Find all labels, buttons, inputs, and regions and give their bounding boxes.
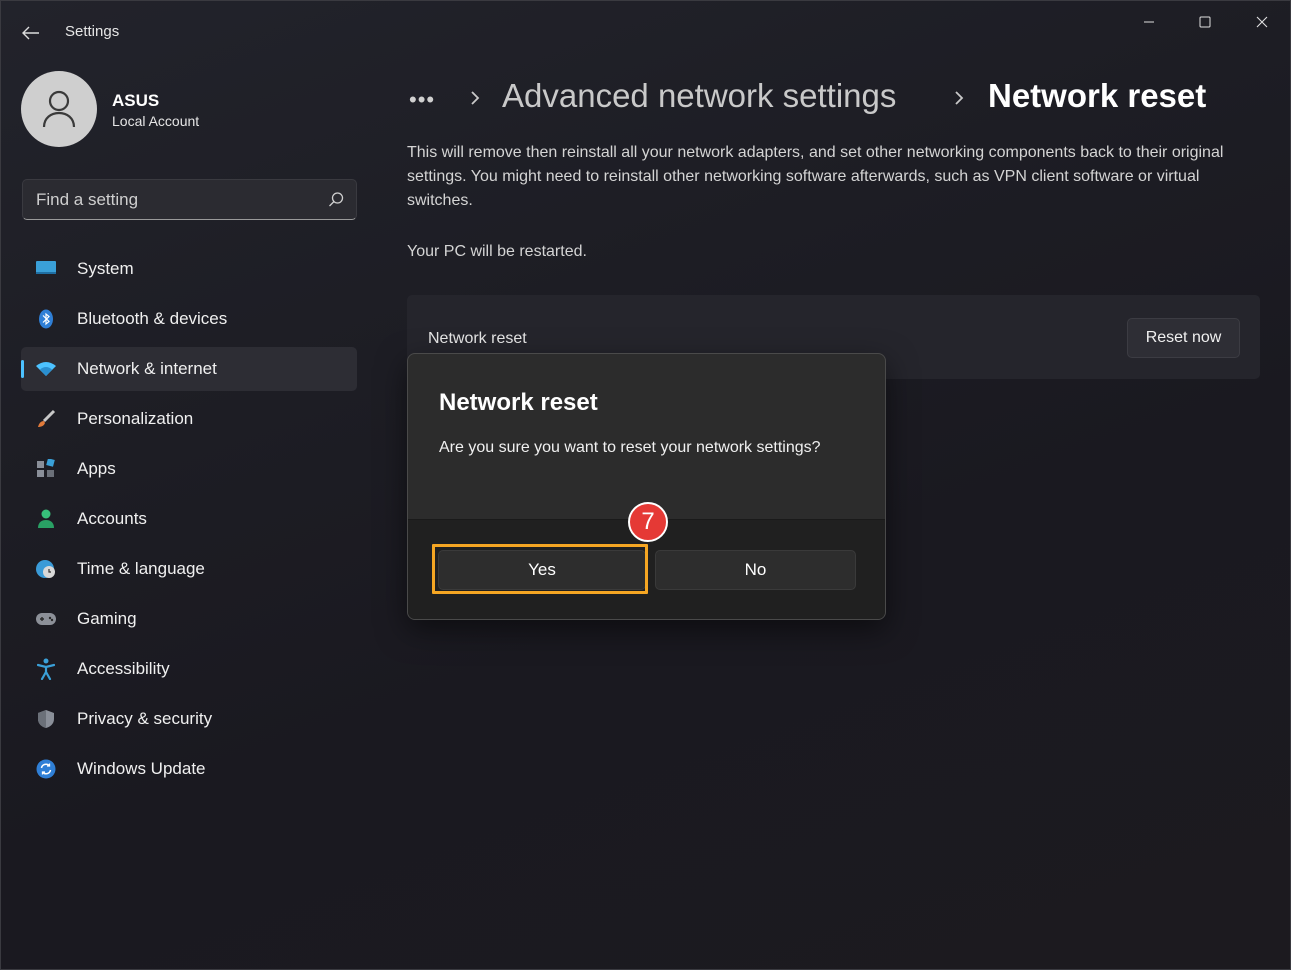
- maximize-icon: [1199, 16, 1211, 28]
- sidebar-item-gaming[interactable]: Gaming: [21, 597, 357, 641]
- close-button[interactable]: [1234, 7, 1290, 37]
- brush-icon: [35, 409, 57, 429]
- monitor-icon: [35, 259, 57, 279]
- sidebar-item-label: Bluetooth & devices: [77, 309, 228, 328]
- dialog-message: Are you sure you want to reset your netw…: [439, 439, 821, 456]
- chevron-right-icon: [955, 91, 964, 105]
- no-button[interactable]: No: [655, 550, 856, 590]
- sidebar-item-label: Apps: [77, 459, 116, 478]
- sidebar-item-label: System: [77, 259, 134, 278]
- network-reset-dialog: Network reset Are you sure you want to r…: [407, 353, 886, 620]
- settings-window: Settings ASUS Local Account Find a setti…: [0, 0, 1291, 970]
- reset-now-button[interactable]: Reset now: [1127, 318, 1240, 358]
- globe-clock-icon: [35, 559, 57, 579]
- app-title: Settings: [65, 23, 120, 40]
- restart-note: Your PC will be restarted.: [407, 243, 587, 260]
- maximize-button[interactable]: [1177, 7, 1233, 37]
- sidebar-item-privacy[interactable]: Privacy & security: [21, 697, 357, 741]
- card-title: Network reset: [428, 330, 527, 347]
- apps-icon: [35, 459, 57, 479]
- page-title: Network reset: [988, 77, 1207, 114]
- sidebar-item-network[interactable]: Network & internet: [21, 347, 357, 391]
- sidebar-item-label: Accounts: [77, 509, 147, 528]
- sidebar-item-label: Windows Update: [77, 759, 206, 778]
- search-input[interactable]: [23, 180, 313, 219]
- shield-icon: [35, 709, 57, 729]
- close-icon: [1256, 16, 1268, 28]
- search-icon[interactable]: [326, 190, 346, 210]
- sidebar-item-windows-update[interactable]: Windows Update: [21, 747, 357, 791]
- step-number-badge: 7: [628, 502, 668, 542]
- sidebar-item-accessibility[interactable]: Accessibility: [21, 647, 357, 691]
- breadcrumb: ••• Advanced network settings Network re…: [409, 71, 1269, 123]
- sidebar-item-label: Accessibility: [77, 659, 170, 678]
- user-name: ASUS: [112, 91, 160, 110]
- sidebar-item-label: Network & internet: [77, 359, 217, 378]
- user-profile[interactable]: ASUS Local Account: [21, 71, 361, 151]
- sidebar-item-apps[interactable]: Apps: [21, 447, 357, 491]
- breadcrumb-more-button[interactable]: •••: [409, 87, 435, 113]
- sidebar-item-personalization[interactable]: Personalization: [21, 397, 357, 441]
- bluetooth-icon: [35, 309, 57, 329]
- breadcrumb-parent-link[interactable]: Advanced network settings: [502, 77, 896, 115]
- dialog-title: Network reset: [439, 389, 598, 416]
- wifi-icon: [35, 359, 57, 379]
- yes-button[interactable]: Yes: [438, 550, 646, 590]
- minimize-button[interactable]: [1121, 7, 1177, 37]
- arrow-left-icon: [22, 26, 39, 40]
- minimize-icon: [1144, 21, 1154, 23]
- sidebar-item-label: Privacy & security: [77, 709, 213, 728]
- search-box: [22, 179, 357, 220]
- gamepad-icon: [35, 609, 57, 629]
- sidebar-item-time-language[interactable]: Time & language: [21, 547, 357, 591]
- account-type: Local Account: [112, 113, 200, 129]
- sidebar-item-label: Gaming: [77, 609, 137, 628]
- person-icon: [35, 509, 57, 529]
- sidebar-item-system[interactable]: System: [21, 247, 357, 291]
- sidebar-nav: System Bluetooth & devices Network & int…: [21, 247, 357, 797]
- sidebar-item-accounts[interactable]: Accounts: [21, 497, 357, 541]
- sidebar-item-label: Personalization: [77, 409, 194, 428]
- sidebar-item-bluetooth[interactable]: Bluetooth & devices: [21, 297, 357, 341]
- avatar: [21, 71, 97, 147]
- reset-description: This will remove then reinstall all your…: [407, 144, 1224, 209]
- accessibility-icon: [35, 658, 57, 680]
- sidebar-item-label: Time & language: [77, 559, 205, 578]
- update-icon: [35, 759, 57, 779]
- title-bar: Settings: [1, 1, 1290, 63]
- back-button[interactable]: [15, 19, 47, 47]
- chevron-right-icon: [471, 91, 480, 105]
- person-avatar-icon: [42, 90, 76, 128]
